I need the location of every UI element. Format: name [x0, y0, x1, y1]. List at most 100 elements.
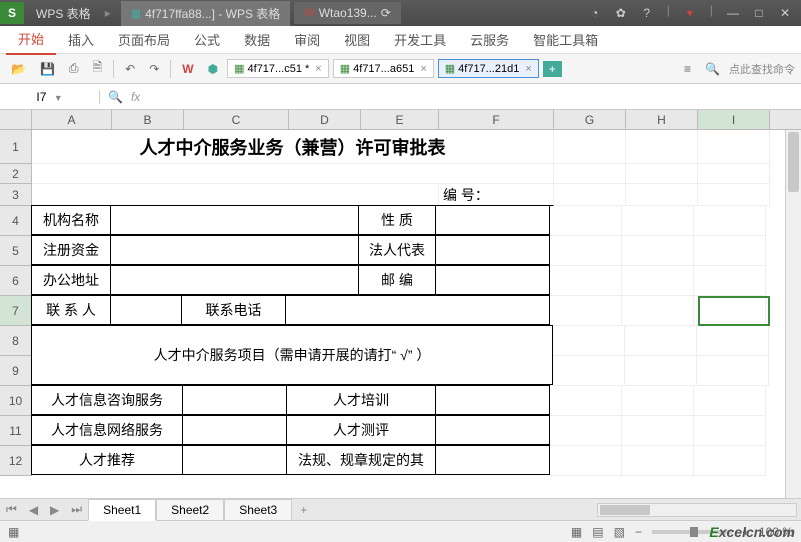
cell-reference-box[interactable]: I7 ▼	[0, 90, 100, 104]
zoom-out-button[interactable]: −	[635, 525, 642, 539]
cell[interactable]	[697, 326, 769, 356]
cube-icon[interactable]: ⬢	[203, 59, 223, 79]
cell[interactable]	[550, 416, 622, 446]
scrollbar-thumb[interactable]	[788, 132, 799, 192]
close-button[interactable]: ✕	[773, 3, 797, 23]
cell[interactable]	[694, 416, 766, 446]
cell-I7[interactable]	[694, 296, 766, 326]
menu-page-layout[interactable]: 页面布局	[106, 25, 182, 54]
print-preview-icon[interactable]: 🗎	[88, 55, 108, 82]
menu-review[interactable]: 审阅	[282, 25, 332, 54]
menu-smart-toolbox[interactable]: 智能工具箱	[521, 25, 610, 54]
cell[interactable]	[554, 130, 626, 164]
cell[interactable]	[553, 326, 625, 356]
cell[interactable]	[626, 184, 698, 206]
cell[interactable]	[622, 416, 694, 446]
sync-icon[interactable]: ◔	[583, 3, 607, 23]
cell-E6[interactable]: 邮 编	[358, 265, 436, 295]
cell[interactable]	[626, 130, 698, 164]
cell-A5[interactable]: 注册资金	[31, 235, 111, 265]
menu-start[interactable]: 开始	[6, 24, 56, 55]
cell[interactable]	[697, 356, 769, 386]
cell[interactable]	[550, 266, 622, 296]
row-header-1[interactable]: 1	[0, 130, 32, 164]
cell[interactable]	[622, 236, 694, 266]
col-header-F[interactable]: F	[439, 110, 554, 129]
row-header-11[interactable]: 11	[0, 416, 32, 446]
cell[interactable]	[694, 206, 766, 236]
cell-A10[interactable]: 人才信息咨询服务	[31, 385, 183, 415]
sheet-nav-first[interactable]: ⏮	[0, 502, 23, 517]
col-header-H[interactable]: H	[626, 110, 698, 129]
cell-D7[interactable]	[285, 295, 550, 325]
file-tab-3[interactable]: ▦ 4f717...21d1 ×	[438, 59, 539, 78]
select-all-corner[interactable]	[0, 110, 32, 129]
cell-F6[interactable]	[435, 265, 550, 295]
cell-B7[interactable]	[110, 295, 182, 325]
row-header-2[interactable]: 2	[0, 164, 32, 184]
cell-F4[interactable]	[435, 205, 550, 235]
sheet-nav-next[interactable]: ▶	[44, 503, 65, 517]
row-header-5[interactable]: 5	[0, 236, 32, 266]
scrollbar-thumb[interactable]	[600, 505, 650, 515]
cell-F12[interactable]	[435, 445, 550, 475]
cell-F5[interactable]	[435, 235, 550, 265]
redo-icon[interactable]: ↷	[144, 59, 164, 79]
cell[interactable]	[698, 164, 770, 184]
horizontal-scrollbar[interactable]	[597, 503, 797, 517]
skin-icon[interactable]: ✿	[609, 3, 633, 23]
row-header-4[interactable]: 4	[0, 206, 32, 236]
chevron-down-icon[interactable]: ▼	[54, 93, 63, 103]
cell[interactable]	[622, 266, 694, 296]
undo-icon[interactable]: ↶	[120, 59, 140, 79]
cell[interactable]	[626, 164, 698, 184]
window-tab-2[interactable]: W Wtao139... ⟳	[294, 2, 400, 24]
row-header-10[interactable]: 10	[0, 386, 32, 416]
add-tab-button[interactable]: +	[543, 61, 562, 77]
cell[interactable]	[622, 386, 694, 416]
file-tab-1[interactable]: ▦ 4f717...c51 * ×	[227, 59, 329, 78]
cell[interactable]	[550, 236, 622, 266]
menu-data[interactable]: 数据	[232, 25, 282, 54]
row-header-8[interactable]: 8	[0, 326, 32, 356]
cell-A11[interactable]: 人才信息网络服务	[31, 415, 183, 445]
cell-B4[interactable]	[110, 205, 359, 235]
sheet-tab-2[interactable]: Sheet2	[156, 499, 224, 521]
cell[interactable]	[550, 206, 622, 236]
cell-A7[interactable]: 联 系 人	[31, 295, 111, 325]
cell[interactable]	[698, 184, 770, 206]
view-mode-3-icon[interactable]: ▧	[614, 525, 625, 539]
cell[interactable]	[550, 446, 622, 476]
cell-F10[interactable]	[435, 385, 550, 415]
cell[interactable]	[554, 164, 626, 184]
col-header-C[interactable]: C	[184, 110, 289, 129]
cells-area[interactable]: 人才中介服务业务（兼营）许可审批表 编 号：	[32, 130, 770, 476]
row-header-3[interactable]: 3	[0, 184, 32, 206]
menu-insert[interactable]: 插入	[56, 25, 106, 54]
row-header-7[interactable]: 7	[0, 296, 32, 326]
menu-view[interactable]: 视图	[332, 25, 382, 54]
wps-icon[interactable]: W	[177, 59, 198, 79]
view-mode-2-icon[interactable]: ▤	[592, 525, 603, 539]
cell[interactable]	[32, 164, 554, 184]
col-header-G[interactable]: G	[554, 110, 626, 129]
vertical-scrollbar[interactable]	[785, 130, 801, 498]
cell-D11[interactable]: 人才测评	[286, 415, 436, 445]
feedback-icon[interactable]: ▾	[678, 3, 702, 23]
list-icon[interactable]: ≡	[679, 59, 696, 79]
cell[interactable]	[550, 296, 622, 326]
sheet-nav-last[interactable]: ⏭	[65, 502, 88, 517]
help-icon[interactable]: ?	[635, 3, 659, 23]
search-icon[interactable]: 🔍	[700, 59, 725, 79]
cell[interactable]	[622, 206, 694, 236]
view-mode-1-icon[interactable]: ▦	[571, 525, 582, 539]
row-header-12[interactable]: 12	[0, 446, 32, 476]
sheet-tab-1[interactable]: Sheet1	[88, 499, 156, 521]
cell-A6[interactable]: 办公地址	[31, 265, 111, 295]
cell[interactable]	[625, 356, 697, 386]
cell-A8-merged[interactable]: 人才中介服务项目（需申请开展的请打“ √” ）	[31, 325, 553, 385]
cell-A4[interactable]: 机构名称	[31, 205, 111, 235]
col-header-A[interactable]: A	[32, 110, 112, 129]
menu-dev-tools[interactable]: 开发工具	[382, 25, 458, 54]
cell-number-label[interactable]: 编 号：	[439, 184, 554, 206]
